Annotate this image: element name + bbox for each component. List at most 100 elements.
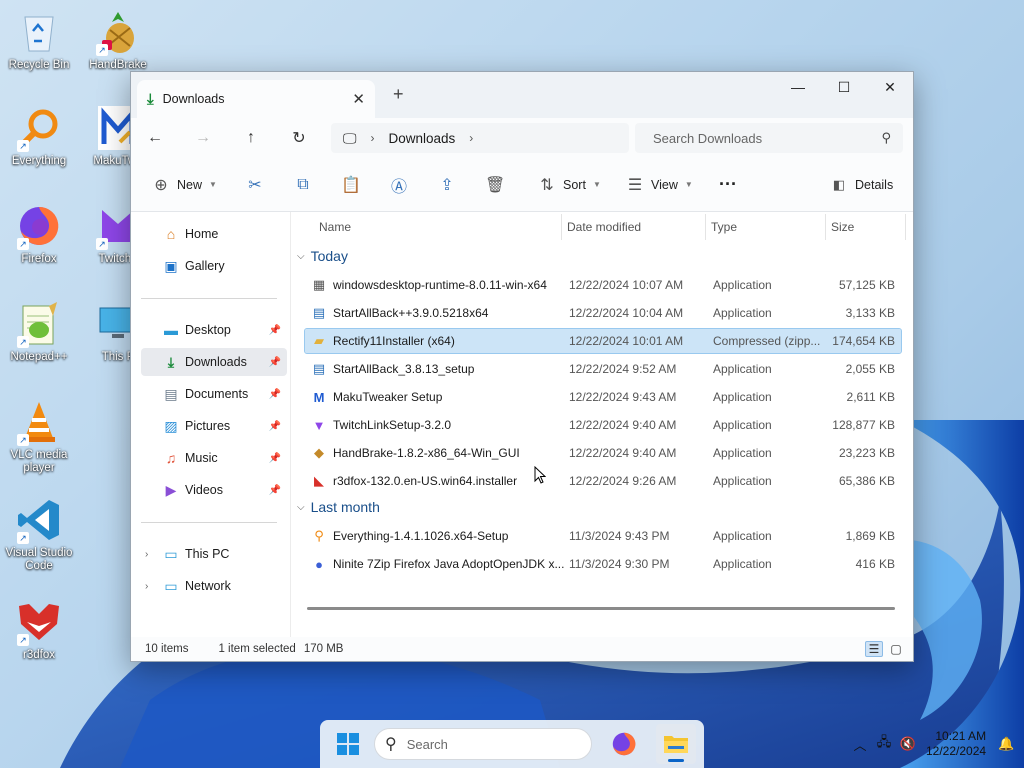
sidebar-item-downloads[interactable]: ⤓ Downloads 📌 — [141, 348, 287, 376]
tiles-view-icon[interactable]: ▢ — [887, 641, 905, 657]
taskbar-file-explorer[interactable] — [656, 724, 696, 764]
chevron-right-icon[interactable]: › — [469, 131, 473, 145]
search-input[interactable]: Search Downloads ⚲ — [635, 123, 903, 153]
view-button[interactable]: ☰ View ▼ — [625, 175, 693, 195]
file-row[interactable]: ▦ windowsdesktop-runtime-8.0.11-win-x64 … — [305, 273, 901, 297]
volume-muted-icon[interactable]: 🔇 — [896, 736, 920, 752]
sidebar-item-videos[interactable]: ▶ Videos 📌 — [141, 476, 287, 504]
column-divider[interactable] — [705, 214, 706, 240]
sidebar-item-desktop[interactable]: ▬ Desktop 📌 — [141, 316, 287, 344]
group-header-today[interactable]: ⌵ Today — [297, 248, 348, 264]
horizontal-scrollbar[interactable] — [307, 607, 895, 610]
close-window-button[interactable]: ✕ — [867, 72, 913, 102]
file-name: HandBrake-1.8.2-x86_64-Win_GUI — [333, 446, 520, 460]
sidebar-divider — [141, 522, 277, 523]
minimize-button[interactable]: — — [775, 72, 821, 102]
delete-button[interactable]: 🗑 — [485, 175, 505, 195]
file-row[interactable]: M MakuTweaker Setup 12/22/2024 9:43 AM A… — [305, 385, 901, 409]
notification-bell-icon[interactable]: 🔔 — [994, 736, 1018, 752]
column-divider[interactable] — [561, 214, 562, 240]
column-type[interactable]: Type — [711, 220, 737, 234]
details-pane-icon: ◧ — [832, 176, 846, 192]
desktop-icon-everything[interactable]: ↗ Everything — [1, 104, 77, 168]
monitor-icon[interactable]: 🖵 — [343, 130, 357, 147]
tab-downloads[interactable]: ⤓ Downloads ✕ — [137, 80, 375, 118]
navigation-pane: ⌂ Home ▣ Gallery ▬ Desktop 📌 ⤓ Downloads… — [131, 212, 291, 640]
file-row[interactable]: ▼ TwitchLinkSetup-3.2.0 12/22/2024 9:40 … — [305, 413, 901, 437]
up-button[interactable]: ↑ — [227, 118, 275, 158]
details-view-icon[interactable]: ☰ — [865, 641, 883, 657]
pin-icon[interactable]: 📌 — [269, 325, 281, 336]
sidebar-item-pictures[interactable]: ▨ Pictures 📌 — [141, 412, 287, 440]
details-label: Details — [855, 177, 894, 192]
chevron-up-icon[interactable]: ︿ — [848, 735, 872, 754]
column-date-modified[interactable]: Date modified — [567, 220, 641, 234]
desktop-icon-vscode[interactable]: ↗ Visual Studio Code — [1, 496, 77, 573]
file-row[interactable]: ◣ r3dfox-132.0.en-US.win64.installer 12/… — [305, 469, 901, 493]
pin-icon[interactable]: 📌 — [269, 453, 281, 464]
file-row[interactable]: ◆ HandBrake-1.8.2-x86_64-Win_GUI 12/22/2… — [305, 441, 901, 465]
file-row[interactable]: ⚲ Everything-1.4.1.1026.x64-Setup 11/3/2… — [305, 524, 901, 548]
chevron-right-icon[interactable]: › — [371, 131, 375, 145]
paste-button[interactable]: 📋 — [341, 175, 361, 195]
cut-button[interactable]: ✂ — [245, 175, 265, 195]
desktop-icon-recycle-bin[interactable]: Recycle Bin — [1, 8, 77, 72]
group-label: Last month — [310, 499, 380, 515]
sidebar-item-home[interactable]: ⌂ Home — [141, 220, 287, 248]
file-size: 57,125 KB — [838, 278, 895, 292]
desktop-icon-notepadpp[interactable]: ↗ Notepad++ — [1, 300, 77, 364]
new-button[interactable]: ⊕ New ▼ — [151, 175, 217, 195]
pin-icon[interactable]: 📌 — [269, 357, 281, 368]
refresh-button[interactable]: ↻ — [275, 118, 323, 158]
desktop-icon-vlc[interactable]: ↗ VLC media player — [1, 398, 77, 475]
sidebar-item-this-pc[interactable]: › ▭ This PC — [141, 540, 287, 568]
rename-button[interactable]: Ⓐ — [389, 173, 409, 197]
sidebar-item-network[interactable]: › ▭ Network — [141, 572, 287, 600]
share-button[interactable]: ⇪ — [437, 175, 457, 195]
chevron-right-icon[interactable]: › — [145, 549, 148, 560]
file-size: 2,055 KB — [845, 362, 895, 376]
taskbar-search-input[interactable]: ⚲ Search — [374, 728, 592, 760]
column-divider[interactable] — [825, 214, 826, 240]
maximize-button[interactable]: ☐ — [821, 72, 867, 102]
clock-date: 12/22/2024 — [926, 744, 987, 758]
sidebar-item-gallery[interactable]: ▣ Gallery — [141, 252, 287, 280]
clock[interactable]: 10:21 AM 12/22/2024 — [926, 729, 986, 759]
sidebar-item-label: Downloads — [185, 355, 247, 369]
column-divider[interactable] — [905, 214, 906, 240]
desktop-icon-r3dfox[interactable]: ↗ r3dfox — [1, 598, 77, 662]
pin-icon[interactable]: 📌 — [269, 389, 281, 400]
file-row[interactable]: ▤ StartAllBack++3.9.0.5218x64 12/22/2024… — [305, 301, 901, 325]
taskbar-firefox[interactable] — [604, 724, 644, 764]
pin-icon[interactable]: 📌 — [269, 421, 281, 432]
details-pane-button[interactable]: ◧ Details — [829, 177, 893, 193]
breadcrumb-current[interactable]: Downloads — [389, 131, 456, 146]
copy-button[interactable]: ⧉ — [293, 176, 313, 194]
back-button[interactable]: ← — [131, 118, 179, 158]
desktop-icon-handbrake[interactable]: ↗ HandBrake — [80, 8, 156, 72]
file-row[interactable]: ▤ StartAllBack_3.8.13_setup 12/22/2024 9… — [305, 357, 901, 381]
chevron-right-icon[interactable]: › — [145, 581, 148, 592]
everything-icon: ↗ — [15, 104, 63, 152]
network-status-icon[interactable]: 🖧 — [872, 733, 896, 755]
group-header-last-month[interactable]: ⌵ Last month — [297, 499, 380, 515]
column-name[interactable]: Name — [319, 220, 351, 234]
pin-icon[interactable]: 📌 — [269, 485, 281, 496]
file-type: Application — [713, 557, 772, 571]
sidebar-item-documents[interactable]: ▤ Documents 📌 — [141, 380, 287, 408]
chevron-down-icon: ▼ — [209, 180, 217, 189]
column-size[interactable]: Size — [831, 220, 854, 234]
file-row-selected[interactable]: ▰ Rectify11Installer (x64) 12/22/2024 10… — [304, 328, 902, 354]
sidebar-item-music[interactable]: ♫ Music 📌 — [141, 444, 287, 472]
new-tab-button[interactable]: + — [393, 84, 404, 105]
close-tab-icon[interactable]: ✕ — [352, 90, 365, 108]
file-type: Application — [713, 362, 772, 376]
start-button[interactable] — [328, 724, 368, 764]
more-options-button[interactable]: ··· — [719, 174, 737, 195]
forward-button[interactable]: → — [179, 118, 227, 158]
zip-folder-icon: ▰ — [314, 333, 324, 348]
desktop-icon-firefox[interactable]: ↗ Firefox — [1, 202, 77, 266]
sort-button[interactable]: ⇅ Sort ▼ — [537, 175, 601, 195]
file-row[interactable]: ● Ninite 7Zip Firefox Java AdoptOpenJDK … — [305, 552, 901, 576]
breadcrumb[interactable]: 🖵 › Downloads › — [331, 123, 629, 153]
